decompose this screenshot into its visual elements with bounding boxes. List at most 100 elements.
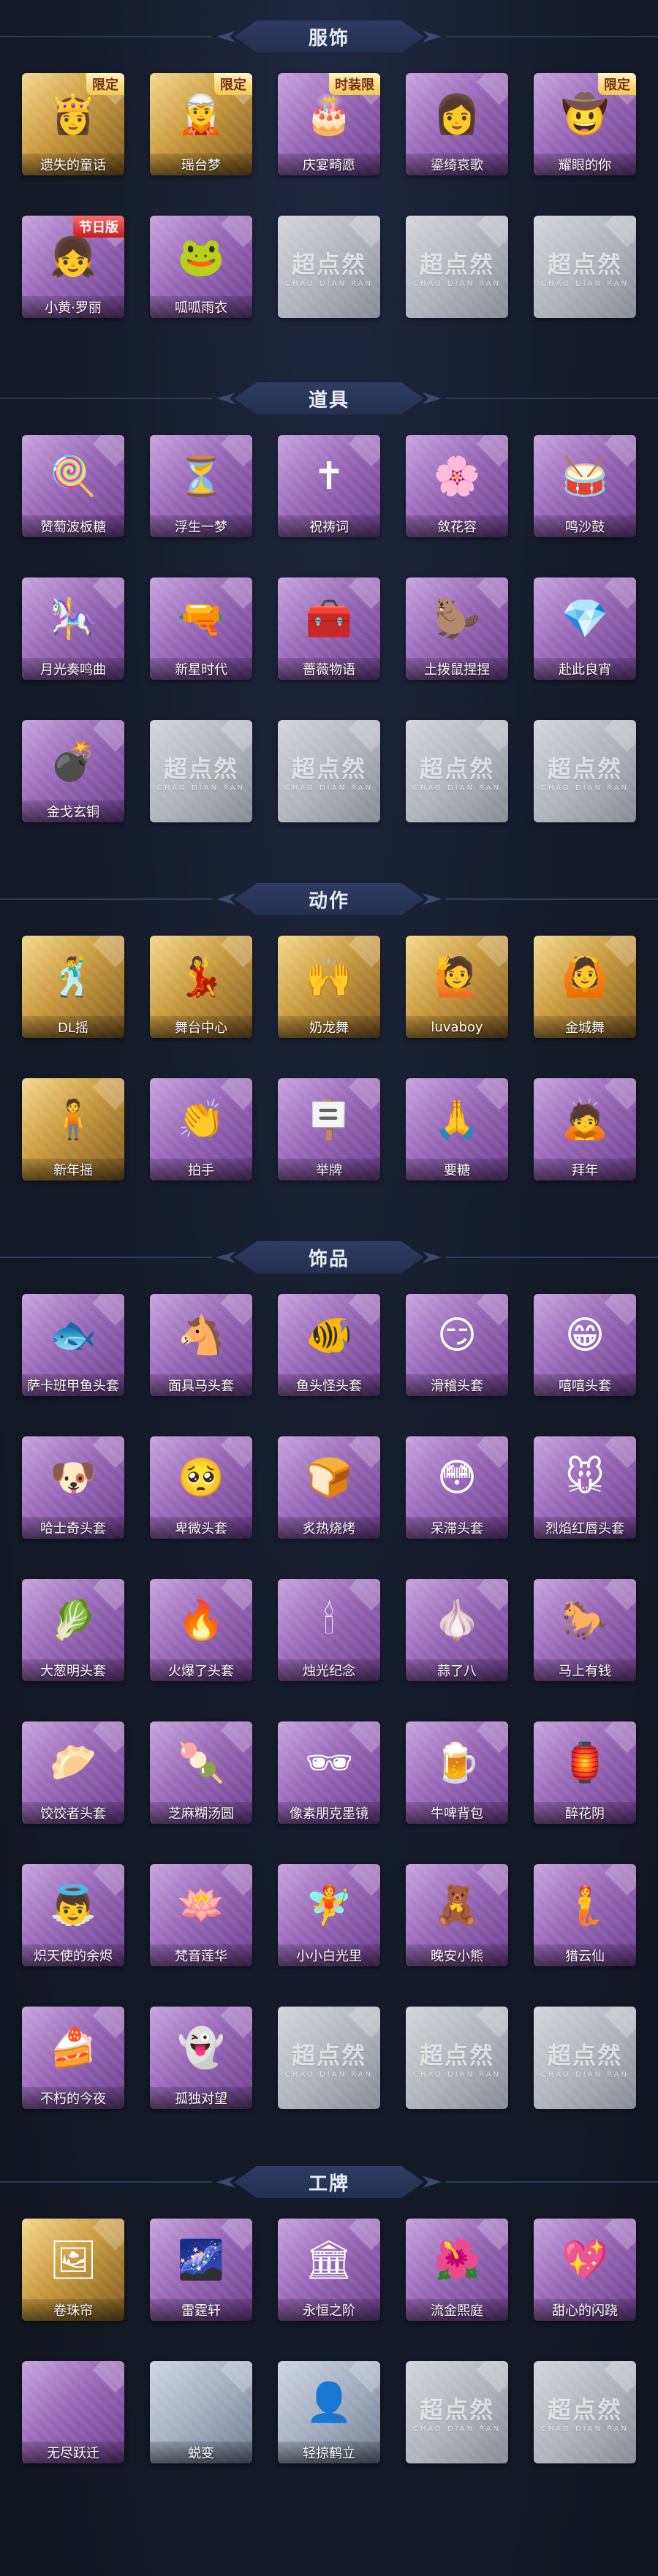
pixel-sunglasses-icon: 🕶 — [304, 1741, 353, 1785]
scallion-mask-icon: 🥬 — [49, 1599, 97, 1643]
empty-slot[interactable]: 超点然 CHAO DIAN RAN — [534, 216, 636, 318]
item-card[interactable]: 🐸 呱呱雨衣 — [150, 216, 252, 318]
empty-slot[interactable]: 超点然 CHAO DIAN RAN — [150, 720, 252, 822]
item-label: 蔷薇物语 — [278, 658, 380, 680]
item-card[interactable]: 🍺 牛啤背包 — [406, 1721, 508, 1824]
empty-slot[interactable]: 超点然 CHAO DIAN RAN — [406, 216, 508, 318]
item-card[interactable]: 🐶 哈士奇头套 — [22, 1436, 124, 1539]
item-card[interactable]: 😁 嘻嘻头套 — [534, 1294, 636, 1396]
hourglass-icon: ⏳ — [177, 455, 225, 499]
item-card[interactable]: 🥁 鸣沙鼓 — [534, 435, 636, 537]
item-card[interactable]: ✝ 祝祷词 — [278, 435, 380, 537]
item-card[interactable]: 👸 限定 遗失的童话 — [22, 73, 124, 175]
item-card[interactable]: 🥬 大葱明头套 — [22, 1579, 124, 1681]
watermark-text: 超点然 — [547, 2395, 622, 2424]
item-card[interactable]: 🐭 烈焰红唇头套 — [534, 1436, 636, 1539]
item-card[interactable]: 🌺 流金熙庭 — [406, 2219, 508, 2321]
empty-slot[interactable]: 超点然 CHAO DIAN RAN — [406, 2007, 508, 2109]
item-card[interactable]: 🪧 举牌 — [278, 1078, 380, 1181]
item-label: 浮生一梦 — [150, 515, 252, 537]
empty-slot[interactable]: 超点然 CHAO DIAN RAN — [278, 720, 380, 822]
item-label: 孤独对望 — [150, 2087, 252, 2109]
section-title: 工牌 — [234, 2166, 424, 2198]
item-card[interactable]: 🔥 火爆了头套 — [150, 1579, 252, 1681]
item-card[interactable]: 🔫 新星时代 — [150, 577, 252, 680]
item-label: 要糖 — [406, 1159, 508, 1181]
item-card[interactable]: 👏 拍手 — [150, 1078, 252, 1181]
watermark-text: 超点然 — [419, 2395, 494, 2424]
item-label: 卑微头套 — [150, 1517, 252, 1539]
item-card[interactable]: 🪷 梵音莲华 — [150, 1864, 252, 1966]
watermark-subtext: CHAO DIAN RAN — [412, 2070, 502, 2079]
item-card[interactable]: 👩 鎏绮哀歌 — [406, 73, 508, 175]
item-card[interactable]: 🍭 赞萄波板糖 — [22, 435, 124, 537]
item-card[interactable]: 🙆 金城舞 — [534, 936, 636, 1038]
flower-lantern-icon: 🏮 — [561, 1741, 609, 1785]
item-card[interactable]: 🙋 luvaboy — [406, 936, 508, 1038]
item-card[interactable]: 🕶 像素朋克墨镜 — [278, 1721, 380, 1824]
empty-slot[interactable]: 超点然 CHAO DIAN RAN — [534, 2361, 636, 2463]
item-card[interactable]: 🐎 马上有钱 — [534, 1579, 636, 1681]
item-card[interactable]: 👻 孤独对望 — [150, 2007, 252, 2109]
item-label: 舞台中心 — [150, 1016, 252, 1038]
item-card[interactable]: 💎 赴此良宵 — [534, 577, 636, 680]
item-card[interactable]: 🧄 蒜了八 — [406, 1579, 508, 1681]
item-card[interactable]: 💣 金戈玄铜 — [22, 720, 124, 822]
item-card[interactable]: 蜕变 — [150, 2361, 252, 2463]
item-card[interactable]: 🦫 土拨鼠捏捏 — [406, 577, 508, 680]
revolver-icon: 🔫 — [177, 597, 225, 641]
item-card[interactable]: 👧 节日版 小黄·罗丽 — [22, 216, 124, 318]
empty-slot[interactable]: 超点然 CHAO DIAN RAN — [406, 2361, 508, 2463]
item-card[interactable]: 🕺 DL摇 — [22, 936, 124, 1038]
item-card[interactable]: 无尽跃迁 — [22, 2361, 124, 2463]
item-card[interactable]: 🙇 拜年 — [534, 1078, 636, 1181]
empty-slot[interactable]: 超点然 CHAO DIAN RAN — [278, 216, 380, 318]
item-card[interactable]: 🐟 萨卡班甲鱼头套 — [22, 1294, 124, 1396]
item-card[interactable]: 🧜 猎云仙 — [534, 1864, 636, 1966]
item-card[interactable]: 🌸 敛花容 — [406, 435, 508, 537]
item-card[interactable]: 🍡 芝麻糊汤圆 — [150, 1721, 252, 1824]
item-card[interactable]: 🥟 饺饺者头套 — [22, 1721, 124, 1824]
item-card[interactable]: 😏 滑稽头套 — [406, 1294, 508, 1396]
limited-badge: 限定 — [598, 73, 636, 95]
item-card[interactable]: 🧸 晚安小熊 — [406, 1864, 508, 1966]
item-card[interactable]: 🐠 鱼头怪头套 — [278, 1294, 380, 1396]
item-card[interactable]: 💖 甜心的闪跷 — [534, 2219, 636, 2321]
item-card[interactable]: 🎠 月光奏鸣曲 — [22, 577, 124, 680]
angel-doll-icon: 👼 — [49, 1884, 97, 1928]
item-label: 奶龙舞 — [278, 1016, 380, 1038]
divider-line — [446, 36, 658, 37]
item-card[interactable]: 🖼 卷珠帘 — [22, 2219, 124, 2321]
item-card[interactable]: 🍰 不朽的今夜 — [22, 2007, 124, 2109]
empty-slot[interactable]: 超点然 CHAO DIAN RAN — [534, 2007, 636, 2109]
pikachu-mask-icon: 🐭 — [564, 1456, 605, 1500]
item-card[interactable]: 🧚 小小白光里 — [278, 1864, 380, 1966]
item-card[interactable]: 🌌 雷霆轩 — [150, 2219, 252, 2321]
item-card[interactable]: 🧝 限定 瑶台梦 — [150, 73, 252, 175]
item-card[interactable]: 🍞 炙热烧烤 — [278, 1436, 380, 1539]
ornament-icon — [423, 31, 442, 42]
empty-slot[interactable]: 超点然 CHAO DIAN RAN — [534, 720, 636, 822]
item-label: 晚安小熊 — [406, 1944, 508, 1966]
item-card[interactable]: 😳 呆滞头套 — [406, 1436, 508, 1539]
empty-slot[interactable]: 超点然 CHAO DIAN RAN — [278, 2007, 380, 2109]
item-card[interactable]: 🐴 面具马头套 — [150, 1294, 252, 1396]
item-card[interactable]: 🤠 限定 耀眼的你 — [534, 73, 636, 175]
item-card[interactable]: 🧍 新年摇 — [22, 1078, 124, 1181]
item-label: 烛光纪念 — [278, 1659, 380, 1681]
item-card[interactable]: 🏮 醉花阴 — [534, 1721, 636, 1824]
item-card[interactable]: 🧰 蔷薇物语 — [278, 577, 380, 680]
item-card[interactable]: 🥺 卑微头套 — [150, 1436, 252, 1539]
item-card[interactable]: 🕯 烛光纪念 — [278, 1579, 380, 1681]
item-card[interactable]: 🙏 要糖 — [406, 1078, 508, 1181]
item-label: 饺饺者头套 — [22, 1802, 124, 1824]
item-card[interactable]: 👤 轻掠鹤立 — [278, 2361, 380, 2463]
item-card[interactable]: 👼 炽天使的余烬 — [22, 1864, 124, 1966]
empty-slot[interactable]: 超点然 CHAO DIAN RAN — [406, 720, 508, 822]
item-card[interactable]: 🏛 永恒之阶 — [278, 2219, 380, 2321]
item-card[interactable]: 🎂 时装限 庆宴畸愿 — [278, 73, 380, 175]
red-frame-card-icon: 🖼 — [48, 2238, 97, 2282]
item-card[interactable]: ⏳ 浮生一梦 — [150, 435, 252, 537]
item-card[interactable]: 💃 舞台中心 — [150, 936, 252, 1038]
item-card[interactable]: 🙌 奶龙舞 — [278, 936, 380, 1038]
